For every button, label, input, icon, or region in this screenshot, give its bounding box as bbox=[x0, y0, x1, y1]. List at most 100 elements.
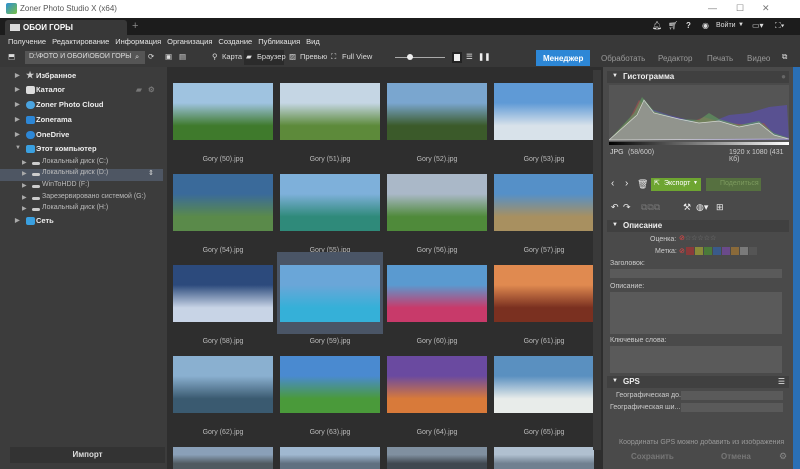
heading-input[interactable] bbox=[610, 269, 782, 278]
rotate-left-icon[interactable]: ↶ bbox=[611, 202, 619, 213]
thumbnail-item[interactable]: Gory (65).jpg bbox=[491, 343, 597, 436]
external-window-icon[interactable]: ⧉ bbox=[782, 52, 787, 62]
thumbnail-item[interactable]: Gory (58).jpg bbox=[170, 252, 276, 345]
thumbnail-item[interactable] bbox=[277, 434, 383, 469]
expand-icon[interactable]: ▶ bbox=[15, 116, 20, 123]
expand-icon[interactable]: ▶ bbox=[15, 86, 20, 93]
color-swatch[interactable] bbox=[694, 247, 703, 255]
menu-item[interactable]: Организация bbox=[167, 37, 212, 49]
description-header[interactable]: ▼ Описание bbox=[607, 220, 789, 232]
share-button[interactable]: Поделиться bbox=[706, 178, 761, 191]
list-view-icon[interactable]: ☰ bbox=[466, 52, 473, 61]
thumbnail-item[interactable]: Gory (59).jpg bbox=[277, 252, 383, 345]
thumbnail-item[interactable]: Gory (50).jpg bbox=[170, 70, 276, 163]
monitor-export-icon[interactable]: ▣ bbox=[165, 52, 172, 61]
rating-stars[interactable]: ⊘☆☆☆☆☆ bbox=[679, 234, 716, 242]
drive-f[interactable]: ▶ WinToHDD (F:) bbox=[0, 181, 163, 193]
help-icon[interactable]: ? bbox=[686, 21, 691, 30]
mode-develop[interactable]: Обработать bbox=[594, 50, 652, 66]
gear-icon[interactable]: ⚙ bbox=[148, 85, 155, 94]
histogram-header[interactable]: ▼ Гистограмма ● bbox=[607, 71, 789, 83]
mode-print[interactable]: Печать bbox=[700, 50, 740, 66]
sidebar-item-network[interactable]: ▶ Сеть bbox=[0, 216, 163, 228]
fullview-button[interactable]: Full View bbox=[342, 52, 372, 61]
new-tab-button[interactable]: + bbox=[132, 20, 138, 32]
menu-item[interactable]: Создание bbox=[218, 37, 252, 49]
drive-d[interactable]: ▶ Локальный диск (D:) ⇕ bbox=[0, 169, 163, 181]
expand-icon[interactable]: ▶ bbox=[15, 101, 20, 108]
previous-icon[interactable]: ‹ bbox=[611, 178, 614, 189]
expand-icon[interactable]: ▶ bbox=[22, 205, 27, 212]
monitor-icon[interactable]: ▭▾ bbox=[752, 21, 764, 30]
clear-label-icon[interactable]: ⊘ bbox=[679, 247, 685, 255]
search-icon[interactable]: ⌕ bbox=[135, 52, 139, 62]
tab-oboi-gory[interactable]: ОБОИ ГОРЫ bbox=[5, 20, 127, 35]
histogram-settings-icon[interactable]: ● bbox=[781, 72, 786, 81]
sidebar-item-zoner-cloud[interactable]: ▶ Zoner Photo Cloud bbox=[0, 100, 163, 112]
expand-icon[interactable]: ▶ bbox=[15, 131, 20, 138]
sidebar-item-favorites[interactable]: ▶ ★ Избранное bbox=[0, 70, 163, 83]
thumbnail-item[interactable]: Gory (53).jpg bbox=[491, 70, 597, 163]
sidebar-item-zonerama[interactable]: ▶ Zonerama bbox=[0, 115, 163, 127]
thumbnail-item[interactable]: Gory (62).jpg bbox=[170, 343, 276, 436]
bell-icon[interactable]: 🔔︎ bbox=[652, 21, 662, 30]
keywords-input[interactable] bbox=[610, 346, 782, 373]
grid-view-icon[interactable] bbox=[452, 52, 462, 63]
cart-icon[interactable]: 🛒︎ bbox=[668, 21, 678, 30]
sidebar-item-onedrive[interactable]: ▶ OneDrive bbox=[0, 130, 163, 142]
color-swatch[interactable] bbox=[739, 247, 748, 255]
path-input[interactable]: D:\ФОТО И ОБОИ\ОБОИ ГОРЫ bbox=[25, 51, 145, 64]
thumbnail-item[interactable] bbox=[491, 434, 597, 469]
color-swatch[interactable] bbox=[721, 247, 730, 255]
grid-scrollbar[interactable] bbox=[593, 70, 601, 450]
thumbnail-item[interactable] bbox=[384, 434, 490, 469]
color-swatch[interactable] bbox=[748, 247, 757, 255]
expand-icon[interactable]: ▶ bbox=[22, 159, 27, 166]
thumbnail-item[interactable]: Gory (64).jpg bbox=[384, 343, 490, 436]
slider-handle[interactable] bbox=[407, 54, 413, 60]
expand-icon[interactable]: ▶ bbox=[22, 182, 27, 189]
tools-icon[interactable]: ⚒ bbox=[683, 202, 691, 213]
thumbnail-size-slider[interactable] bbox=[395, 57, 445, 58]
mode-manager[interactable]: Менеджер bbox=[536, 50, 591, 66]
thumbnail-item[interactable]: Gory (60).jpg bbox=[384, 252, 490, 345]
thumbnail-item[interactable]: Gory (57).jpg bbox=[491, 161, 597, 254]
thumbnail-item[interactable]: Gory (54).jpg bbox=[170, 161, 276, 254]
expand-icon[interactable]: ▶ bbox=[22, 194, 27, 201]
mode-video[interactable]: Видео bbox=[740, 50, 777, 66]
add-copy-icon[interactable]: ⊞ bbox=[716, 202, 724, 213]
thumbnail-item[interactable]: Gory (52).jpg bbox=[384, 70, 490, 163]
rotate-right-icon[interactable]: ↷ bbox=[623, 202, 631, 213]
expand-icon[interactable]: ▶ bbox=[22, 170, 27, 177]
column-view-icon[interactable]: ❚❚ bbox=[478, 52, 491, 61]
sidebar-item-this-pc[interactable]: ▼ Этот компьютер bbox=[0, 144, 163, 156]
preview-button[interactable]: Превью bbox=[300, 52, 327, 61]
thumbnail-item[interactable]: Gory (61).jpg bbox=[491, 252, 597, 345]
description-input[interactable] bbox=[610, 292, 782, 334]
cancel-button[interactable]: Отмена bbox=[721, 452, 751, 461]
thumbnail-item[interactable]: Gory (55).jpg bbox=[277, 161, 383, 254]
expand-icon[interactable]: ▶ bbox=[15, 72, 20, 79]
gps-menu-icon[interactable]: ☰ bbox=[778, 377, 785, 386]
copy-icon[interactable]: ⧉⧉⧉ bbox=[641, 202, 660, 213]
thumbnail-item[interactable]: Gory (51).jpg bbox=[277, 70, 383, 163]
menu-item[interactable]: Публикация bbox=[258, 37, 300, 49]
menu-item[interactable]: Информация bbox=[115, 37, 161, 49]
close-button[interactable]: ✕ bbox=[762, 3, 770, 14]
folder-up-icon[interactable]: ⬒ bbox=[8, 52, 15, 61]
login-button[interactable]: Войти bbox=[716, 22, 736, 29]
save-button[interactable]: Сохранить bbox=[631, 452, 674, 461]
browser-button[interactable]: Браузер bbox=[257, 52, 286, 61]
settings-gear-icon[interactable]: ⚙ bbox=[779, 451, 787, 462]
color-swatch[interactable] bbox=[703, 247, 712, 255]
minimize-button[interactable]: — bbox=[708, 3, 717, 13]
menu-item[interactable]: Получение bbox=[8, 37, 46, 49]
add-folder-icon[interactable]: ▰ bbox=[136, 85, 142, 94]
latitude-input[interactable] bbox=[681, 403, 783, 412]
next-icon[interactable]: › bbox=[625, 178, 628, 189]
longitude-input[interactable] bbox=[681, 391, 783, 400]
fullscreen-icon[interactable]: ⛶▾ bbox=[775, 21, 785, 31]
map-button[interactable]: Карта bbox=[222, 52, 242, 61]
color-swatch[interactable] bbox=[685, 247, 694, 255]
color-label-picker[interactable]: ⊘ bbox=[679, 247, 757, 255]
